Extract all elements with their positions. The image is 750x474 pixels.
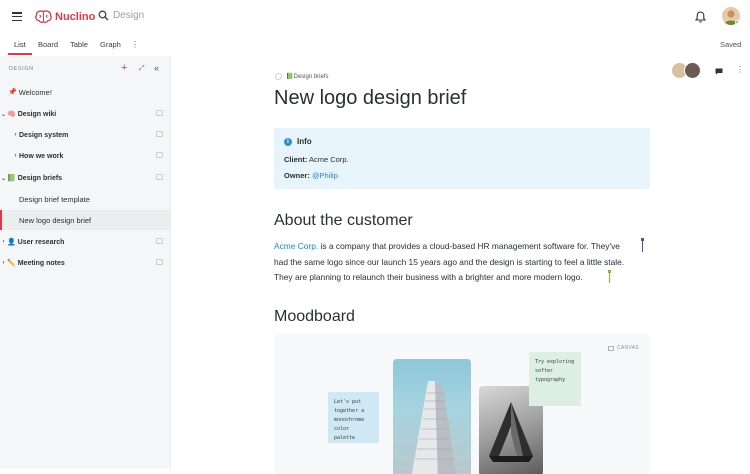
collaborator-cursor xyxy=(641,238,644,252)
comment-icon[interactable] xyxy=(156,110,163,116)
sidebar-item-label: Design brief template xyxy=(19,194,90,204)
green-book-icon: 📗 xyxy=(7,175,16,182)
para-line-3: They are planning to relaunch their busi… xyxy=(274,272,583,282)
canvas-label: CANVAS xyxy=(617,345,639,351)
menu-icon[interactable] xyxy=(12,12,22,22)
chevron-right-icon[interactable]: › xyxy=(0,260,7,266)
owner-label: Owner: xyxy=(284,171,310,180)
skyscraper-photo[interactable] xyxy=(393,359,471,474)
comment-icon[interactable] xyxy=(156,131,163,137)
tab-table[interactable]: Table xyxy=(70,40,88,49)
about-paragraph[interactable]: Acme Corp. is a company that provides a … xyxy=(274,239,654,286)
sidebar-item-label: Design system xyxy=(19,131,69,139)
info-heading-text: Info xyxy=(297,137,312,146)
tab-list[interactable]: List xyxy=(14,40,26,49)
sidebar-item-design-brief-template[interactable]: Design brief template xyxy=(0,189,170,209)
sticky-note-green[interactable]: Try exploring softer typography xyxy=(529,352,581,406)
client-value: Acme Corp. xyxy=(309,155,349,164)
chevron-right-icon[interactable]: › xyxy=(12,153,19,159)
sidebar-item-label: Design briefs xyxy=(17,174,63,182)
sidebar-item-welcome[interactable]: 📌 Welcome! xyxy=(0,82,170,102)
chevron-right-icon[interactable]: › xyxy=(0,239,7,245)
save-status: Saved xyxy=(720,40,742,49)
comment-icon[interactable] xyxy=(156,174,163,180)
breadcrumb[interactable]: 📗 Design briefs xyxy=(275,73,329,80)
comments-icon[interactable] xyxy=(715,68,723,75)
section-heading-about: About the customer xyxy=(274,212,413,229)
user-icon: 👤 xyxy=(7,239,16,246)
more-options-icon[interactable]: ⋮ xyxy=(736,65,744,74)
canvas-icon xyxy=(608,345,614,351)
sticky-note-blue[interactable]: Let's put together a monochrome color pa… xyxy=(328,392,379,443)
info-callout[interactable]: i Info Client: Acme Corp. Owner: @Philip xyxy=(274,128,650,189)
search-box[interactable]: Design xyxy=(98,10,144,21)
moodboard-canvas[interactable]: CANVAS Let's put together a monochrome c… xyxy=(274,334,650,474)
info-heading: i Info xyxy=(284,137,312,146)
info-icon: i xyxy=(284,137,292,146)
building-image-icon xyxy=(411,381,457,474)
owner-mention[interactable]: @Philip xyxy=(312,171,338,180)
sidebar-item-user-research[interactable]: › 👤 User research xyxy=(0,232,170,252)
search-text: Design xyxy=(113,10,145,21)
sidebar-item-new-logo-design-brief[interactable]: New logo design brief xyxy=(0,210,170,230)
comment-icon[interactable] xyxy=(156,152,163,158)
expand-all-icon[interactable]: ⤢ xyxy=(139,65,145,73)
view-tabs: List Board Table Graph xyxy=(0,34,750,56)
search-icon xyxy=(98,10,109,21)
canvas-badge: CANVAS xyxy=(608,345,639,351)
sidebar-item-label: User research xyxy=(17,238,65,246)
tab-graph[interactable]: Graph xyxy=(100,40,121,49)
sidebar-item-label: New logo design brief xyxy=(19,215,92,225)
sidebar-item-design-briefs[interactable]: ⌄ 📗 Design briefs xyxy=(0,168,170,188)
owner-line: Owner: @Philip xyxy=(284,171,338,180)
breadcrumb-label: Design briefs xyxy=(293,73,329,80)
status-circle-icon xyxy=(275,73,282,80)
sidebar-item-meeting-notes[interactable]: › ✏️ Meeting notes xyxy=(0,253,170,273)
client-label: Client: xyxy=(284,155,308,164)
top-bar: Nuclino Design xyxy=(0,0,750,34)
workspace-header: DESIGN xyxy=(9,66,34,72)
sidebar-item-design-system[interactable]: › Design system xyxy=(0,125,170,145)
collapse-sidebar-icon[interactable]: « xyxy=(154,63,159,73)
collaborator-cursor xyxy=(608,270,611,283)
notifications-bell-icon[interactable] xyxy=(695,11,706,23)
section-heading-moodboard: Moodboard xyxy=(274,308,355,325)
online-status-dot xyxy=(735,20,740,25)
sidebar-item-label: How we work xyxy=(19,152,64,160)
pin-icon: 📌 xyxy=(8,89,17,96)
more-views-icon[interactable]: ⋮ xyxy=(131,40,139,49)
chevron-right-icon[interactable]: › xyxy=(12,132,19,138)
app-logo[interactable]: Nuclino xyxy=(35,9,95,25)
app-name: Nuclino xyxy=(55,11,96,23)
collaborator-avatar[interactable] xyxy=(684,62,701,79)
sidebar-item-how-we-work[interactable]: › How we work xyxy=(0,146,170,166)
add-item-icon[interactable]: + xyxy=(121,63,127,74)
sidebar-item-design-wiki[interactable]: ⌄ 🧠 Design wiki xyxy=(0,104,170,124)
brain-logo-icon xyxy=(35,10,52,24)
collaborators xyxy=(671,62,701,79)
document-area: ⋮ 📗 Design briefs New logo design brief … xyxy=(171,56,750,474)
acme-link[interactable]: Acme Corp. xyxy=(274,241,318,251)
sidebar-item-label: Meeting notes xyxy=(17,259,65,267)
active-tab-indicator xyxy=(8,53,32,55)
sidebar-item-label: Welcome! xyxy=(18,87,52,97)
chevron-down-icon[interactable]: ⌄ xyxy=(0,111,7,118)
client-line: Client: Acme Corp. xyxy=(284,155,349,164)
comment-icon[interactable] xyxy=(156,259,163,265)
chevron-down-icon[interactable]: ⌄ xyxy=(0,175,7,182)
comment-icon[interactable] xyxy=(156,238,163,244)
page-title[interactable]: New logo design brief xyxy=(274,87,466,110)
user-avatar[interactable] xyxy=(722,7,740,25)
book-icon: 📗 xyxy=(286,74,294,80)
sidebar-item-label: Design wiki xyxy=(17,110,57,118)
para-line-1: is a company that provides a cloud-based… xyxy=(318,241,620,251)
sidebar: DESIGN + ⤢ « 📌 Welcome! ⌄ 🧠 Design wiki ›… xyxy=(0,56,171,469)
brain-emoji-icon: 🧠 xyxy=(7,111,16,118)
pencil-icon: ✏️ xyxy=(7,260,16,267)
para-line-2: had the same logo since our launch 15 ye… xyxy=(274,256,625,267)
tab-board[interactable]: Board xyxy=(38,40,58,49)
